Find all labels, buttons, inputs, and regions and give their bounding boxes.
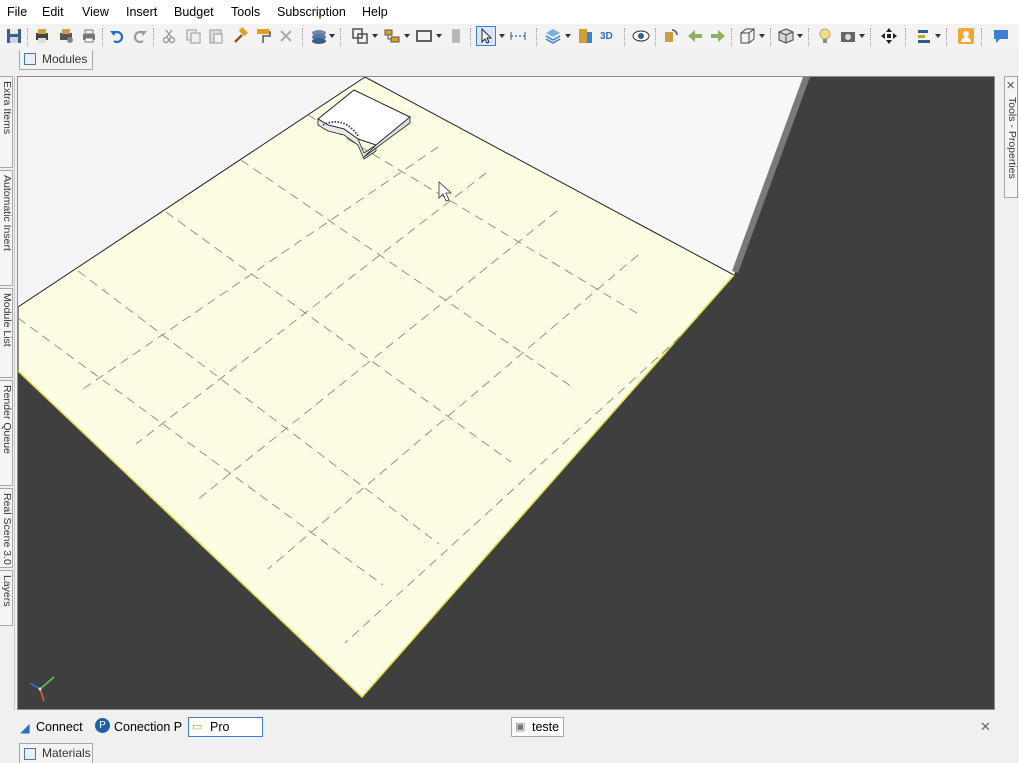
layers-icon[interactable] — [310, 27, 328, 45]
printer-icon[interactable] — [80, 27, 98, 45]
select-arrow-icon[interactable] — [476, 26, 496, 46]
chat-icon[interactable] — [992, 27, 1010, 45]
materials-tab-label: Materials — [42, 746, 91, 760]
modules-icon — [24, 53, 36, 65]
menu-edit[interactable]: Edit — [42, 5, 64, 19]
hammer-icon[interactable] — [231, 27, 249, 45]
document-tab[interactable]: ▣ teste — [511, 717, 564, 737]
paint-roller-icon[interactable] — [254, 27, 272, 45]
left-side-panel: Extra Items Automatic Insert Module List… — [0, 76, 15, 710]
copy-icon[interactable] — [184, 27, 202, 45]
undo-icon[interactable] — [108, 27, 126, 45]
measure-icon[interactable] — [509, 27, 527, 45]
arrow-right-icon[interactable] — [709, 27, 727, 45]
close-icon[interactable]: ✕ — [1006, 79, 1015, 92]
axis-gizmo-icon — [29, 676, 55, 702]
project-label: Pro — [210, 720, 230, 734]
cube-icon[interactable] — [777, 27, 795, 45]
move-icon[interactable] — [880, 27, 898, 45]
toolbar: 3D — [0, 24, 1019, 50]
tab-tools-properties[interactable]: ✕ Tools - Properties — [1004, 76, 1018, 198]
rectangle-icon[interactable] — [415, 27, 433, 45]
tab-extra-items[interactable]: Extra Items — [0, 76, 13, 168]
right-side-panel: ✕ Tools - Properties — [1003, 76, 1019, 710]
tab-layers[interactable]: Layers — [0, 570, 13, 626]
scene — [18, 77, 810, 702]
tab-module-list[interactable]: Module List — [0, 288, 13, 378]
menu-help[interactable]: Help — [362, 5, 388, 19]
menu-tools[interactable]: Tools — [231, 5, 260, 19]
modules-tab-label: Modules — [42, 52, 88, 66]
wall-icon[interactable] — [447, 27, 465, 45]
modules-tab[interactable]: Modules — [19, 50, 93, 70]
camera-icon[interactable] — [839, 27, 857, 45]
materials-icon — [24, 748, 36, 760]
project-tab[interactable]: ▭ Pro — [188, 717, 263, 737]
stack-icon[interactable] — [544, 27, 562, 45]
tab-automatic-insert[interactable]: Automatic Insert — [0, 170, 13, 286]
rotate-icon[interactable] — [662, 27, 680, 45]
connection-icon: P — [95, 718, 110, 733]
redo-icon[interactable] — [131, 27, 149, 45]
tab-real-scene[interactable]: Real Scene 3.0 — [0, 488, 13, 568]
print-setup-icon[interactable] — [57, 27, 75, 45]
connect-label[interactable]: Connect — [36, 720, 83, 734]
menu-file[interactable]: File — [7, 5, 27, 19]
align-icon[interactable] — [916, 27, 934, 45]
delete-icon[interactable] — [277, 27, 295, 45]
duplicate-icon[interactable] — [351, 27, 369, 45]
rss-icon: ◢ — [20, 721, 30, 735]
paste-icon[interactable] — [207, 27, 225, 45]
eye-icon[interactable] — [632, 27, 650, 45]
save-icon[interactable] — [5, 27, 23, 45]
arrow-left-icon[interactable] — [686, 27, 704, 45]
document-icon: ▣ — [515, 721, 526, 733]
print-preview-icon[interactable] — [33, 27, 51, 45]
materials-tab[interactable]: Materials — [19, 743, 93, 763]
folder-icon: ▭ — [192, 721, 203, 733]
menu-budget[interactable]: Budget — [174, 5, 214, 19]
menu-subscription[interactable]: Subscription — [277, 5, 346, 19]
render-icon[interactable] — [576, 27, 594, 45]
light-bulb-icon[interactable] — [816, 27, 834, 45]
document-label: teste — [532, 720, 560, 734]
menu-insert[interactable]: Insert — [126, 5, 157, 19]
group-icon[interactable] — [383, 27, 401, 45]
close-document-icon[interactable]: ✕ — [980, 719, 991, 735]
user-icon[interactable] — [957, 27, 975, 45]
menu-bar: File Edit View Insert Budget Tools Subsc… — [0, 0, 1019, 24]
status-bar: ◢ Connect P Conection P ▭ Pro ▣ teste — [17, 716, 999, 740]
tab-render-queue[interactable]: Render Queue — [0, 380, 13, 486]
cut-icon[interactable] — [160, 27, 178, 45]
connection-label[interactable]: Conection P — [114, 720, 182, 734]
3d-viewport[interactable] — [17, 76, 995, 710]
3d-icon[interactable]: 3D — [599, 27, 617, 45]
menu-view[interactable]: View — [82, 5, 109, 19]
box-view-icon[interactable] — [738, 27, 756, 45]
